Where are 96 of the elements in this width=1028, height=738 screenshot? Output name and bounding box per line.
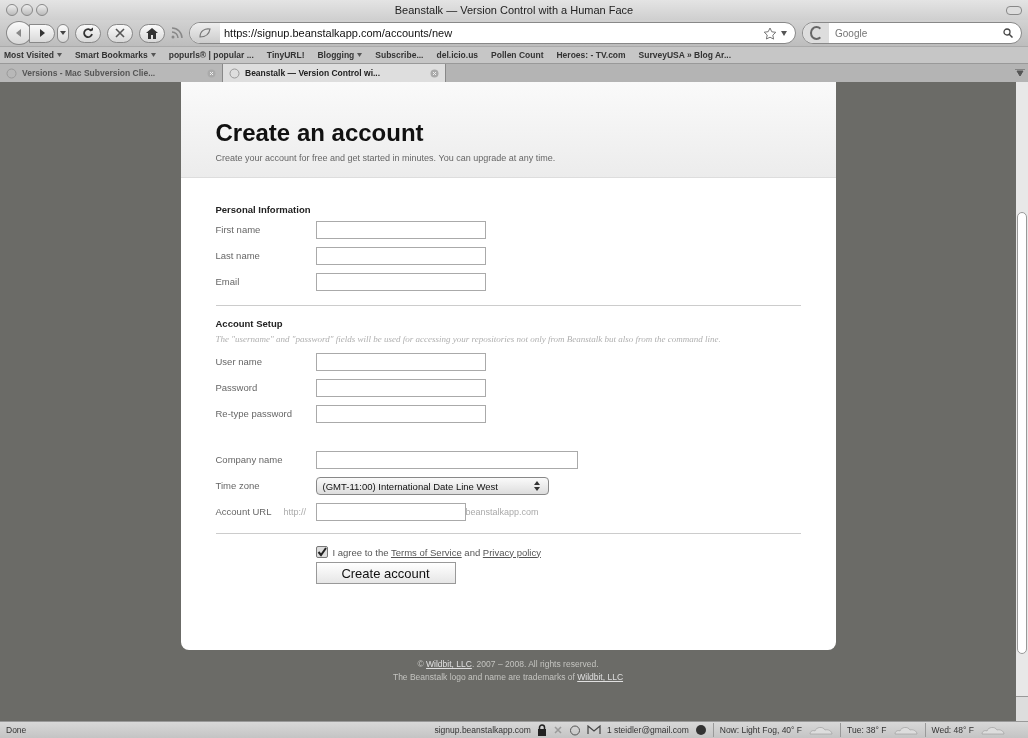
minimize-button[interactable] (21, 4, 33, 16)
cloud-icon (980, 725, 1006, 735)
privacy-link[interactable]: Privacy policy (482, 546, 541, 558)
create-account-button[interactable]: Create account (315, 562, 456, 584)
cloud-icon (892, 725, 919, 735)
leaf-icon (198, 27, 212, 39)
url-text: https://signup.beanstalkapp.com/accounts/new (224, 27, 454, 39)
copyright-text: © Wildbit, LLC. 2007 – 2008. All rights reserved. (416, 658, 600, 671)
caret-icon (56, 53, 62, 57)
field-label: Account URL (215, 505, 273, 518)
input-field[interactable] (315, 247, 486, 265)
url-prefix: http:// (283, 507, 307, 517)
home-button[interactable] (139, 23, 165, 43)
agree-text: I agree to the Terms of Service and Privacy policy (332, 546, 541, 558)
input-field[interactable] (315, 221, 486, 239)
field-label: Time zone (215, 479, 261, 492)
favicon-icon (229, 67, 240, 79)
search-engine-button[interactable] (803, 23, 829, 43)
gmail-status[interactable]: 1 steidler@gmail.com (606, 725, 689, 735)
caret-icon (60, 30, 66, 36)
weather-forecast[interactable]: Wed: 48° F (931, 725, 974, 735)
bookmark-item[interactable]: Blogging (317, 50, 363, 60)
input-field[interactable] (315, 451, 578, 469)
lock-icon (536, 724, 547, 736)
weather-forecast[interactable]: Tue: 38° F (847, 725, 887, 735)
caret-icon[interactable] (781, 30, 787, 36)
reload-icon (82, 27, 94, 39)
window-title: Beanstalk — Version Control with a Human Face (393, 4, 635, 16)
bookmark-item[interactable]: popurls® | popular ... (168, 50, 254, 60)
field-label: First name (215, 223, 262, 236)
history-dropdown[interactable] (57, 23, 69, 43)
field-label: User name (215, 355, 263, 368)
close-icon (115, 28, 125, 38)
bookmark-item[interactable]: Heroes: - TV.com (556, 50, 626, 60)
bookmark-item[interactable]: Pollen Count (491, 50, 544, 60)
wildbit-link[interactable]: Wildbit, LLC (426, 659, 472, 669)
terms-link[interactable]: Terms of Service (390, 546, 462, 558)
browser-tab[interactable]: Beanstalk — Version Control wi... (223, 64, 446, 82)
agree-checkbox[interactable] (315, 546, 328, 558)
field-label: Last name (215, 249, 261, 262)
search-field[interactable]: Google (833, 26, 1003, 40)
search-icon[interactable] (1003, 28, 1013, 38)
bookmark-item[interactable]: Most Visited (4, 50, 62, 60)
house-icon (146, 27, 158, 39)
caret-icon (150, 53, 156, 57)
scrollbar[interactable] (1016, 82, 1028, 721)
site-identity-button[interactable] (190, 23, 220, 43)
field-label: Password (215, 381, 259, 394)
trademark-text: The Beanstalk logo and name are trademarks of Wildbit, LLC (392, 671, 624, 684)
section-title: Account Setup (215, 318, 284, 329)
toolbar-toggle-button[interactable] (1006, 5, 1022, 15)
address-field[interactable]: https://signup.beanstalkapp.com/accounts/new (189, 22, 796, 44)
tab-list-icon[interactable] (1015, 69, 1025, 77)
input-field[interactable] (315, 503, 466, 521)
favicon-icon (6, 67, 17, 79)
weather-forecast[interactable]: Now: Light Fog, 40° F (719, 725, 803, 735)
bookmark-item[interactable]: SurveyUSA » Blog Ar... (638, 50, 732, 60)
feed-icon[interactable] (171, 27, 183, 39)
reload-button[interactable] (75, 23, 101, 43)
forward-arrow-icon (37, 28, 47, 38)
page-subheading: Create your account for free and get started in minutes. You can upgrade at any time. (215, 153, 557, 163)
input-field[interactable] (315, 273, 486, 291)
status-host: signup.beanstalkapp.com (434, 725, 531, 735)
bookmark-item[interactable]: del.icio.us (436, 50, 479, 60)
input-field[interactable] (315, 405, 486, 423)
page-heading: Create an account (215, 119, 425, 147)
close-icon[interactable] (430, 68, 439, 78)
forward-button[interactable] (29, 23, 55, 43)
close-button[interactable] (6, 4, 18, 16)
zoom-button[interactable] (36, 4, 48, 16)
bookmark-item[interactable]: Subscribe... (375, 50, 424, 60)
back-arrow-icon (14, 28, 24, 38)
browser-tab[interactable]: Versions - Mac Subversion Clie... (0, 64, 223, 82)
close-icon[interactable] (552, 725, 563, 735)
stop-button[interactable] (107, 23, 133, 43)
section-title: Personal Information (215, 204, 312, 215)
field-label: Email (215, 275, 241, 288)
section-note: The "username" and "password" fields will be used for accessing your repositories not only from Beanstalk but also from the command line. (215, 334, 722, 345)
mail-icon (586, 725, 601, 735)
bookmark-item[interactable]: TinyURL! (266, 50, 305, 60)
stepper-arrows-icon (531, 480, 542, 492)
field-label: Re-type password (215, 407, 294, 420)
scroll-thumb[interactable] (1017, 212, 1027, 654)
time-zone-select[interactable]: (GMT-11:00) International Date Line West (315, 477, 549, 495)
close-icon[interactable] (207, 68, 216, 78)
field-label: Company name (215, 453, 284, 466)
input-field[interactable] (315, 379, 486, 397)
bookmark-item[interactable]: Smart Bookmarks (74, 50, 156, 60)
status-text: Done (6, 725, 28, 735)
cloud-icon (808, 725, 835, 735)
wildbit-link[interactable]: Wildbit, LLC (577, 672, 624, 682)
search-bar[interactable]: Google (802, 22, 1022, 44)
url-suffix: beanstalkapp.com (465, 507, 539, 517)
input-field[interactable] (315, 353, 486, 371)
star-icon[interactable] (763, 26, 777, 40)
caret-icon (357, 53, 363, 57)
